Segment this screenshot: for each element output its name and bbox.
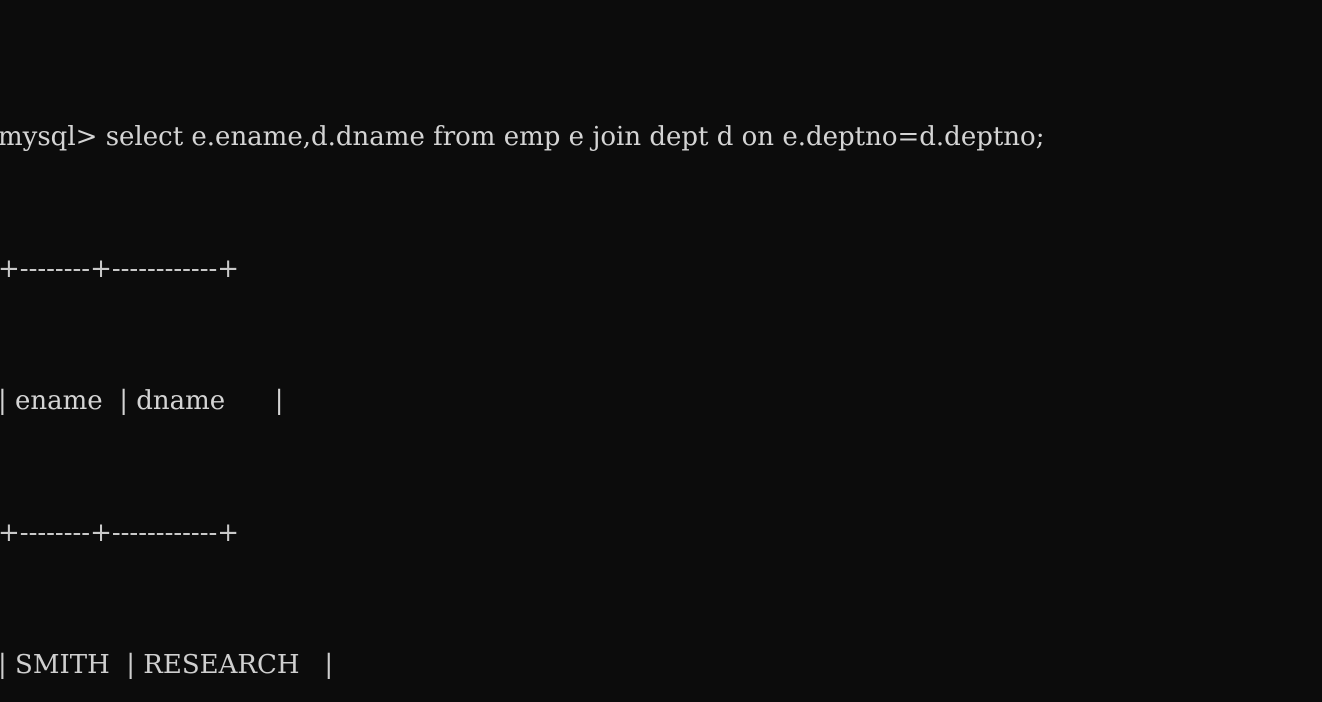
terminal-window[interactable]: mysql> select e.ename,d.dname from emp e… bbox=[0, 0, 1322, 702]
table-header-row: | ename | dname | bbox=[0, 386, 284, 416]
terminal-screen: mysql> select e.ename,d.dname from emp e… bbox=[0, 22, 1044, 702]
command-line: mysql> select e.ename,d.dname from emp e… bbox=[0, 122, 1045, 152]
table-row: | SMITH | RESEARCH | bbox=[0, 650, 334, 680]
table-header-rule: +--------+------------+ bbox=[0, 518, 240, 548]
table-top-rule: +--------+------------+ bbox=[0, 254, 240, 284]
